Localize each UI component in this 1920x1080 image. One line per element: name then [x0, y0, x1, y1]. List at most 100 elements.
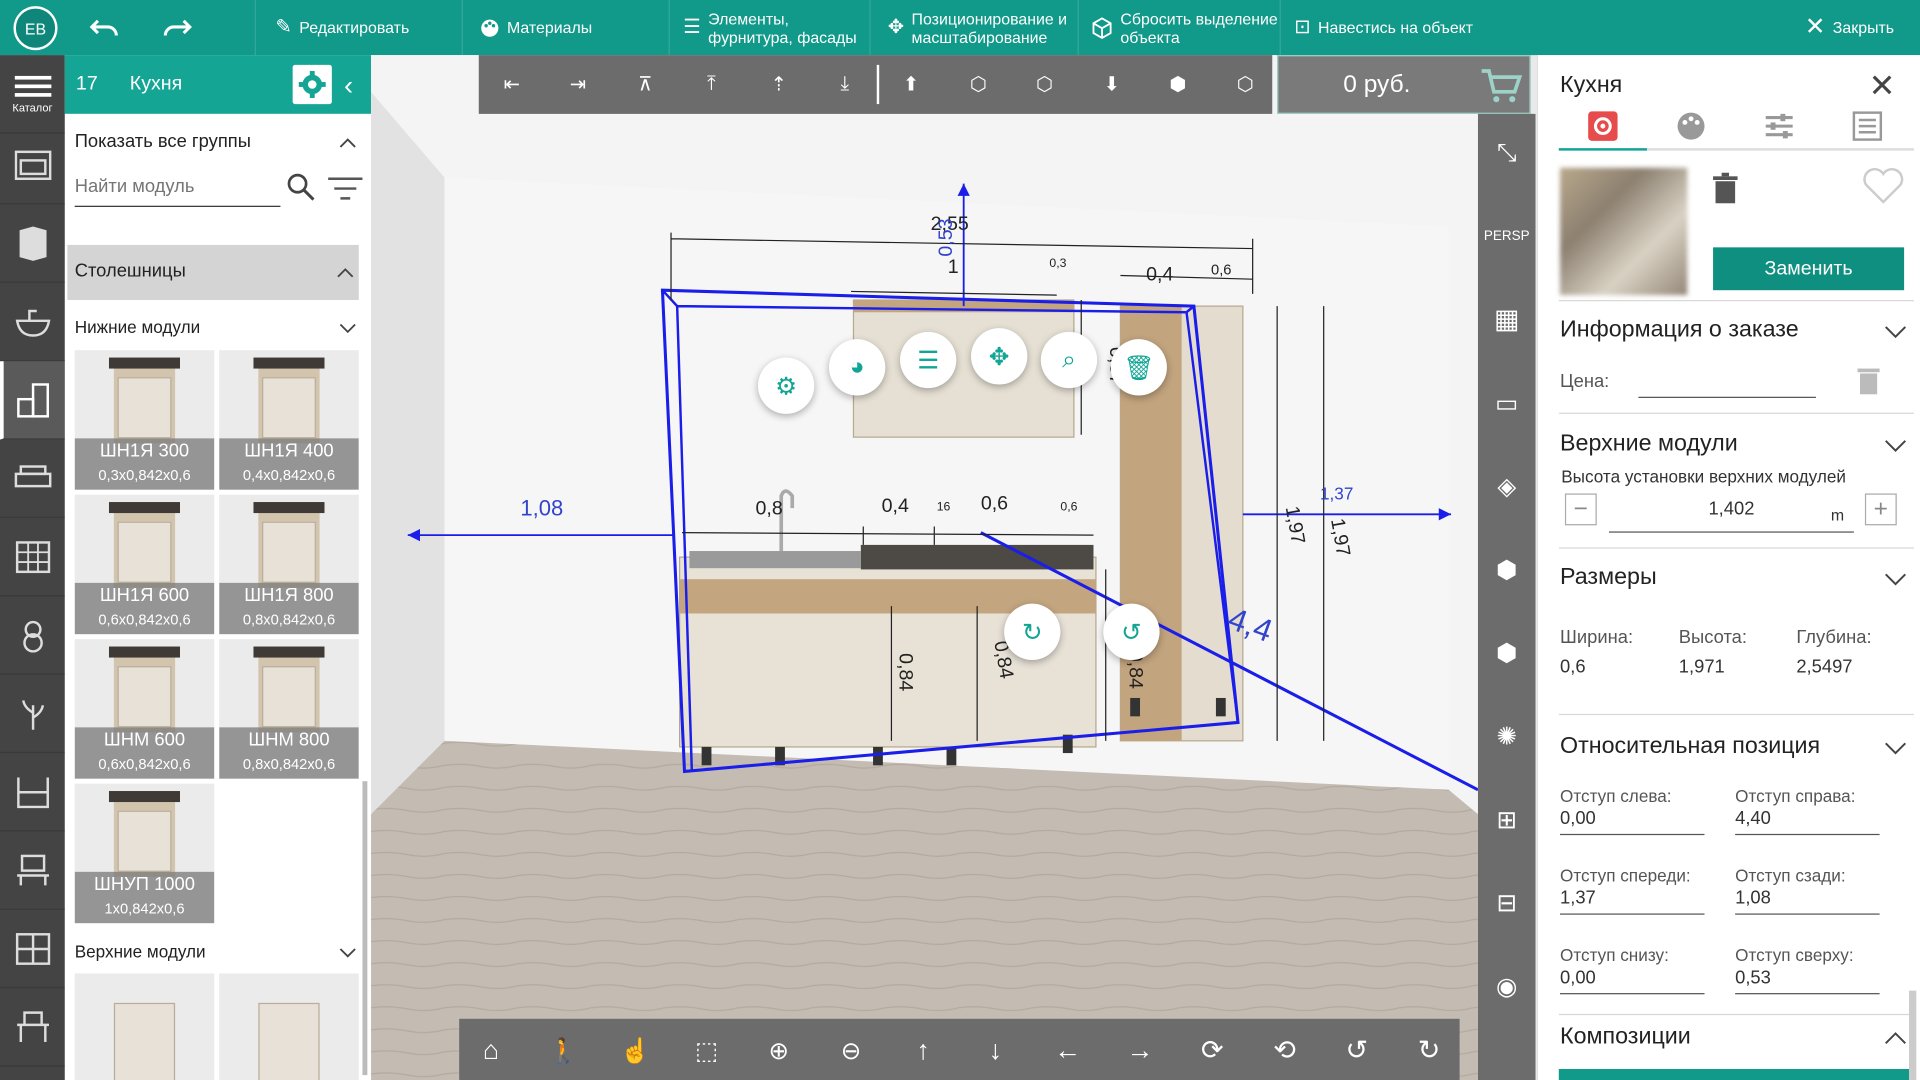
room-walls-button[interactable]: ⊞ [1478, 795, 1536, 844]
home-view-button[interactable]: ⌂ [474, 1033, 508, 1067]
positioning-button[interactable]: ✥ Позиционирование и масштабирование [888, 0, 1067, 55]
offset-bottom-input[interactable]: 0,00 [1560, 967, 1705, 995]
view-wire-button[interactable]: ⬡ [1229, 70, 1261, 99]
category-kitchen[interactable] [0, 361, 65, 440]
align-down-button[interactable]: ⤓ [829, 70, 861, 99]
chevron-down-icon[interactable] [1885, 741, 1907, 756]
elements-button[interactable]: ☰ Элементы, фурнитура, фасады [683, 0, 856, 55]
module-card[interactable]: ШНМ 800 0,8x0,842x0,6 [219, 639, 359, 779]
lower-modules-label[interactable]: Нижние модули [75, 317, 200, 337]
rotate-ccw-fab[interactable]: ↺ [1103, 603, 1160, 661]
grid-toggle[interactable]: ▦ [1478, 295, 1536, 344]
trash-icon[interactable] [1856, 366, 1880, 395]
view-top-button[interactable]: ⬆ [895, 70, 927, 99]
upper-height-input[interactable]: 1,402 m [1608, 498, 1854, 533]
orbit-down-button[interactable]: ⟳ [1195, 1033, 1229, 1067]
order-info-header[interactable]: Информация о заказе [1560, 317, 1799, 344]
category-wardrobes[interactable] [0, 204, 65, 283]
redo-button[interactable] [159, 0, 193, 55]
module-card[interactable]: ШВ 400 [219, 973, 359, 1080]
screenshot-button[interactable]: ◉ [1478, 961, 1536, 1010]
rotate-right-button[interactable]: ↻ [1412, 1033, 1446, 1067]
category-storage[interactable] [0, 910, 65, 989]
close-icon[interactable]: ✕ [1869, 67, 1896, 105]
tab-elements[interactable] [1735, 108, 1823, 145]
align-right-button[interactable]: ⇥ [562, 70, 594, 99]
catalog-menu-button[interactable]: Каталог [0, 55, 65, 134]
category-plants[interactable] [0, 675, 65, 754]
category-bathroom[interactable] [0, 283, 65, 362]
price-field[interactable] [1638, 371, 1816, 398]
edit-button[interactable]: ✎ Редактировать [276, 0, 410, 55]
align-up-button[interactable]: ⤒ [696, 70, 728, 99]
chevron-up-icon[interactable] [1885, 1031, 1907, 1046]
filter-icon[interactable] [327, 175, 364, 202]
category-shelves[interactable] [0, 753, 65, 832]
relative-position-header[interactable]: Относительная позиция [1560, 733, 1820, 760]
close-button[interactable]: ✕ Закрыть [1805, 0, 1894, 55]
object-materials-fab[interactable]: ◕ [828, 339, 886, 396]
rotate-left-button[interactable]: ↺ [1340, 1033, 1374, 1067]
category-bedroom[interactable] [0, 440, 65, 518]
user-avatar[interactable]: EB [13, 6, 58, 51]
fullscreen-exit-button[interactable]: ⤡ [1478, 129, 1536, 178]
move-left-button[interactable]: ← [1051, 1033, 1085, 1067]
box-view-button[interactable]: ⬢ [1478, 545, 1536, 594]
walk-mode-button[interactable]: 🚶 [546, 1033, 580, 1067]
align-top-button[interactable]: ⊼ [629, 70, 661, 99]
category-tiles[interactable] [0, 518, 65, 597]
replace-button[interactable]: Заменить [1713, 247, 1905, 291]
pan-mode-button[interactable]: ☝ [618, 1033, 652, 1067]
module-card[interactable]: ШН1Я 400 0,4x0,842x0,6 [219, 350, 359, 490]
panel-scrollbar[interactable] [1908, 990, 1917, 1080]
object-delete-fab[interactable]: 🗑 [1110, 339, 1167, 396]
object-settings-fab[interactable]: ⚙ [757, 357, 815, 414]
offset-right-input[interactable]: 4,40 [1735, 808, 1880, 836]
align-left-button[interactable]: ⇤ [496, 70, 528, 99]
module-card[interactable]: ШН1Я 600 0,6x0,842x0,6 [74, 494, 215, 635]
module-card[interactable]: ШН1Я 300 0,3x0,842x0,6 [74, 350, 215, 490]
countertops-section[interactable]: Столешницы [67, 244, 359, 301]
upper-modules-label[interactable]: Верхние модули [75, 942, 206, 962]
object-zoom-fab[interactable]: ⌕ [1040, 331, 1098, 389]
tab-settings[interactable] [1559, 108, 1647, 145]
sizes-header[interactable]: Размеры [1560, 564, 1657, 591]
trash-icon[interactable] [1712, 172, 1739, 205]
offset-left-input[interactable]: 0,00 [1560, 808, 1705, 836]
select-area-button[interactable]: ⬚ [689, 1033, 723, 1067]
align-stack-button[interactable]: ⇡ [763, 70, 795, 99]
rotate-cw-fab[interactable]: ↻ [1004, 603, 1061, 661]
tab-list[interactable] [1823, 108, 1911, 145]
orbit-up-button[interactable]: ⟲ [1267, 1033, 1301, 1067]
hide-walls-button[interactable]: ⊟ [1478, 878, 1536, 927]
chevron-down-icon[interactable] [1885, 572, 1907, 587]
view-front-button[interactable]: ⬇ [1096, 70, 1128, 99]
background-button[interactable]: ▭ [1478, 378, 1536, 427]
module-search-input[interactable] [74, 167, 281, 207]
solid-view-button[interactable]: ⬢ [1478, 628, 1536, 677]
object-elements-fab[interactable]: ☰ [900, 331, 957, 389]
collapse-panel-icon[interactable]: ‹ [344, 70, 353, 102]
price-display[interactable]: 0 руб. [1277, 55, 1531, 114]
move-up-button[interactable]: ↑ [906, 1033, 940, 1067]
offset-back-input[interactable]: 1,08 [1735, 888, 1880, 915]
view-iso-button[interactable]: ⬢ [1162, 70, 1194, 99]
chevron-up-icon[interactable] [339, 135, 356, 152]
undo-button[interactable] [88, 0, 122, 55]
category-kids[interactable] [0, 596, 65, 675]
view-left-button[interactable]: ⬡ [962, 70, 994, 99]
module-card[interactable]: ШНМ 600 0,6x0,842x0,6 [74, 639, 215, 779]
move-right-button[interactable]: → [1123, 1033, 1157, 1067]
show-all-groups[interactable]: Показать все группы [75, 131, 251, 152]
chevron-down-icon[interactable] [339, 944, 356, 961]
reset-selection-button[interactable]: Сбросить выделение объекта [1091, 0, 1278, 55]
tab-materials[interactable] [1647, 108, 1735, 145]
increment-button[interactable]: + [1864, 493, 1897, 526]
decrement-button[interactable]: − [1564, 493, 1597, 526]
search-icon[interactable] [285, 171, 317, 203]
focus-object-button[interactable]: ⊡ Навестись на объект [1294, 0, 1473, 55]
category-furniture[interactable] [0, 988, 65, 1067]
hide-objects-button[interactable]: ◈ [1478, 462, 1536, 511]
object-move-fab[interactable]: ✥ [971, 328, 1028, 385]
category-appliances[interactable] [0, 126, 65, 205]
